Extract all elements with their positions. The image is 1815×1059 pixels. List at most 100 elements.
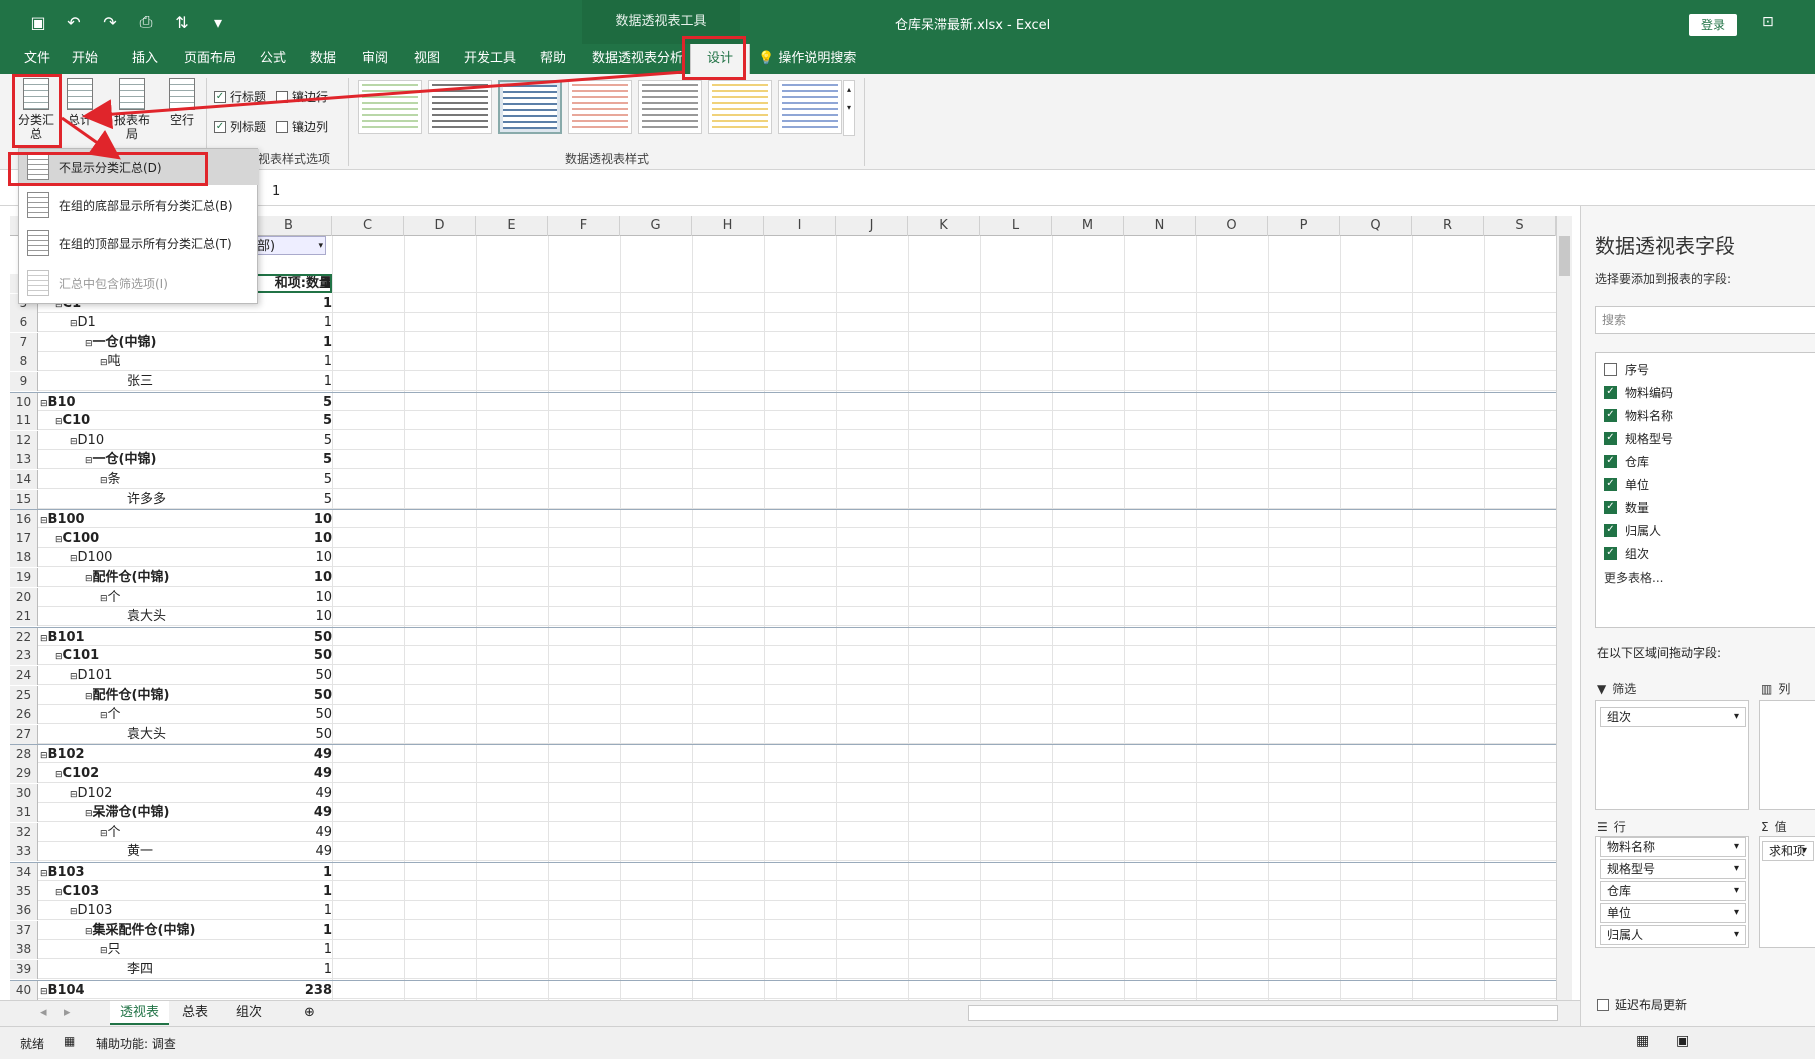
table-row[interactable]: 27 袁大头 50 bbox=[10, 724, 1558, 744]
accessibility-status[interactable]: 辅助功能: 调查 bbox=[96, 1035, 176, 1052]
collapse-icon[interactable]: ⊟ bbox=[40, 399, 48, 409]
row-label-cell[interactable]: 张三 bbox=[40, 372, 153, 391]
pivot-style-swatch[interactable] bbox=[568, 80, 632, 134]
table-row[interactable]: 31 ⊟呆滞仓(中锦) 49 bbox=[10, 803, 1558, 823]
row-label-cell[interactable]: 袁大头 bbox=[40, 725, 166, 744]
row-number[interactable]: 22 bbox=[10, 627, 38, 647]
collapse-icon[interactable]: ⊟ bbox=[85, 927, 93, 937]
collapse-icon[interactable]: ⊟ bbox=[70, 437, 78, 447]
rows-area[interactable]: 物料名称 规格型号 仓库 单位 归属人 bbox=[1595, 836, 1749, 948]
row-value-cell[interactable]: 5 bbox=[246, 470, 332, 489]
pivot-style-swatch-selected[interactable] bbox=[498, 80, 562, 134]
worksheet-grid[interactable]: B C D E F G H I J K L M N O P Q R S 部) ▾… bbox=[10, 216, 1558, 1001]
login-button[interactable]: 登录 bbox=[1689, 14, 1737, 36]
row-value-cell[interactable]: 50 bbox=[246, 686, 332, 705]
row-value-cell[interactable]: 1 bbox=[246, 333, 332, 352]
column-header[interactable]: D bbox=[404, 216, 476, 236]
tab-help[interactable]: 帮助 bbox=[540, 44, 566, 74]
filter-field-pill[interactable]: 组次 bbox=[1600, 707, 1746, 727]
row-field-pill[interactable]: 单位 bbox=[1600, 903, 1746, 923]
print-preview-icon[interactable]: ⎙ bbox=[136, 12, 156, 32]
row-number[interactable]: 15 bbox=[10, 489, 38, 509]
collapse-icon[interactable]: ⊟ bbox=[55, 535, 63, 545]
table-row[interactable]: 26 ⊟个 50 bbox=[10, 705, 1558, 725]
sheet-tab-pivot[interactable]: 透视表 bbox=[110, 1001, 170, 1025]
row-label-cell[interactable]: ⊟条 bbox=[40, 470, 121, 489]
banded-cols-checkbox[interactable]: 镶边列 bbox=[276, 118, 328, 135]
row-value-cell[interactable]: 10 bbox=[246, 548, 332, 567]
row-number[interactable]: 16 bbox=[10, 510, 38, 530]
vertical-scrollbar[interactable] bbox=[1556, 216, 1572, 1001]
row-number[interactable]: 23 bbox=[10, 646, 38, 666]
table-row[interactable]: 16 ⊟B100 10 bbox=[10, 509, 1558, 530]
row-label-cell[interactable]: ⊟一仓(中锦) bbox=[40, 450, 156, 469]
collapse-icon[interactable]: ⊟ bbox=[85, 339, 93, 349]
row-number[interactable]: 7 bbox=[10, 332, 38, 352]
row-number[interactable]: 18 bbox=[10, 548, 38, 568]
table-row[interactable]: 40 ⊟B104 238 bbox=[10, 979, 1558, 1000]
row-number[interactable]: 31 bbox=[10, 803, 38, 823]
row-number[interactable]: 39 bbox=[10, 960, 38, 979]
sort-icon[interactable]: ⇅ bbox=[172, 13, 192, 32]
horizontal-scrollbar[interactable] bbox=[968, 1005, 1558, 1021]
row-field-pill[interactable]: 归属人 bbox=[1600, 925, 1746, 945]
table-row[interactable]: 21 袁大头 10 bbox=[10, 607, 1558, 627]
row-label-cell[interactable]: ⊟个 bbox=[40, 823, 121, 842]
tab-developer[interactable]: 开发工具 bbox=[464, 44, 516, 74]
table-row[interactable]: 11 ⊟C10 5 bbox=[10, 411, 1558, 431]
more-tables-link[interactable]: 更多表格... bbox=[1604, 569, 1663, 586]
collapse-icon[interactable]: ⊟ bbox=[85, 456, 93, 466]
row-value-cell[interactable]: 49 bbox=[246, 784, 332, 803]
new-sheet-icon[interactable]: ⊕ bbox=[294, 1001, 325, 1025]
tab-home[interactable]: 开始 bbox=[72, 44, 98, 74]
row-value-cell[interactable]: 10 bbox=[246, 588, 332, 607]
customize-qat-icon[interactable]: ▾ bbox=[208, 13, 228, 32]
row-field-pill[interactable]: 仓库 bbox=[1600, 881, 1746, 901]
collapse-icon[interactable]: ⊟ bbox=[55, 770, 63, 780]
column-header[interactable]: N bbox=[1124, 216, 1196, 236]
table-row[interactable]: 32 ⊟个 49 bbox=[10, 822, 1558, 842]
row-number[interactable]: 13 bbox=[10, 450, 38, 470]
row-value-cell[interactable]: 5 bbox=[246, 393, 332, 412]
menu-item-subtotals-bottom[interactable]: 在组的底部显示所有分类汇总(B) bbox=[19, 187, 259, 223]
row-number[interactable]: 37 bbox=[10, 920, 38, 940]
column-header[interactable]: M bbox=[1052, 216, 1124, 236]
table-row[interactable]: 15 许多多 5 bbox=[10, 489, 1558, 509]
column-header[interactable]: E bbox=[476, 216, 548, 236]
row-number[interactable]: 40 bbox=[10, 980, 38, 1000]
collapse-icon[interactable]: ⊟ bbox=[55, 417, 63, 427]
field-item[interactable]: ✓ 规格型号 bbox=[1604, 430, 1673, 447]
row-label-cell[interactable]: ⊟B100 bbox=[40, 510, 85, 529]
table-row[interactable]: 6 ⊟D1 1 bbox=[10, 313, 1558, 333]
tab-formulas[interactable]: 公式 bbox=[260, 44, 286, 74]
row-value-cell[interactable]: 1 bbox=[246, 372, 332, 391]
tab-view[interactable]: 视图 bbox=[414, 44, 440, 74]
column-header[interactable]: K bbox=[908, 216, 980, 236]
row-label-cell[interactable]: ⊟D1 bbox=[40, 313, 96, 332]
collapse-icon[interactable]: ⊟ bbox=[70, 672, 78, 682]
table-row[interactable]: 9 张三 1 bbox=[10, 372, 1558, 391]
table-row[interactable]: 39 李四 1 bbox=[10, 960, 1558, 979]
table-row[interactable]: 30 ⊟D102 49 bbox=[10, 783, 1558, 803]
table-row[interactable]: 25 ⊟配件仓(中锦) 50 bbox=[10, 685, 1558, 705]
row-number[interactable]: 33 bbox=[10, 842, 38, 862]
row-number[interactable]: 12 bbox=[10, 430, 38, 450]
row-number[interactable]: 28 bbox=[10, 745, 38, 765]
table-row[interactable]: 7 ⊟一仓(中锦) 1 bbox=[10, 332, 1558, 352]
row-value-cell[interactable]: 50 bbox=[246, 666, 332, 685]
collapse-icon[interactable]: ⊟ bbox=[70, 790, 78, 800]
collapse-icon[interactable]: ⊟ bbox=[100, 829, 108, 839]
row-value-cell[interactable]: 50 bbox=[246, 705, 332, 724]
filter-cell[interactable]: 部) ▾ bbox=[256, 236, 326, 255]
collapse-icon[interactable]: ⊟ bbox=[55, 652, 63, 662]
table-row[interactable]: 24 ⊟D101 50 bbox=[10, 666, 1558, 685]
tab-data[interactable]: 数据 bbox=[310, 44, 336, 74]
filter-dropdown-icon[interactable]: ▾ bbox=[318, 237, 323, 256]
col-headers-checkbox[interactable]: ✓ 列标题 bbox=[214, 118, 266, 135]
filter-area[interactable]: 组次 bbox=[1595, 700, 1749, 810]
row-number[interactable]: 17 bbox=[10, 528, 38, 548]
row-number[interactable]: 32 bbox=[10, 822, 38, 842]
column-header[interactable]: F bbox=[548, 216, 620, 236]
collapse-icon[interactable]: ⊟ bbox=[100, 476, 108, 486]
row-number[interactable]: 9 bbox=[10, 372, 38, 391]
